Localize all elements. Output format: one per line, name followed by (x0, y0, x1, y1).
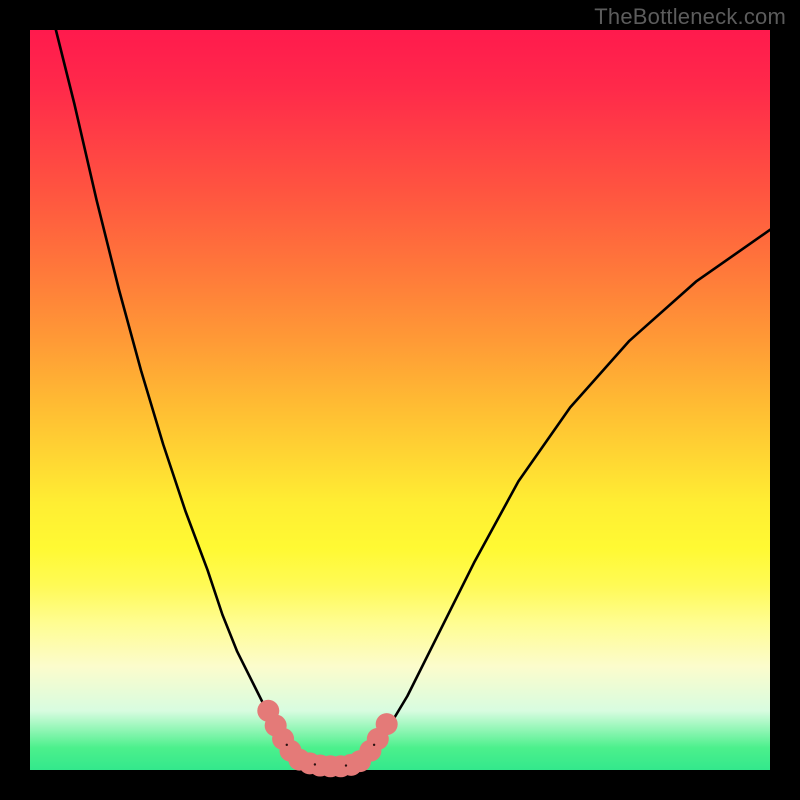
curve-group (56, 30, 770, 766)
data-marker (376, 713, 398, 735)
marker-joint (286, 744, 288, 746)
marker-group (257, 700, 397, 778)
watermark-text: TheBottleneck.com (594, 4, 786, 30)
bottleneck-curve (56, 30, 770, 766)
marker-joint (345, 764, 347, 766)
marker-joint (373, 744, 375, 746)
curve-layer (30, 30, 770, 770)
marker-joint (314, 763, 316, 765)
chart-frame: TheBottleneck.com (0, 0, 800, 800)
